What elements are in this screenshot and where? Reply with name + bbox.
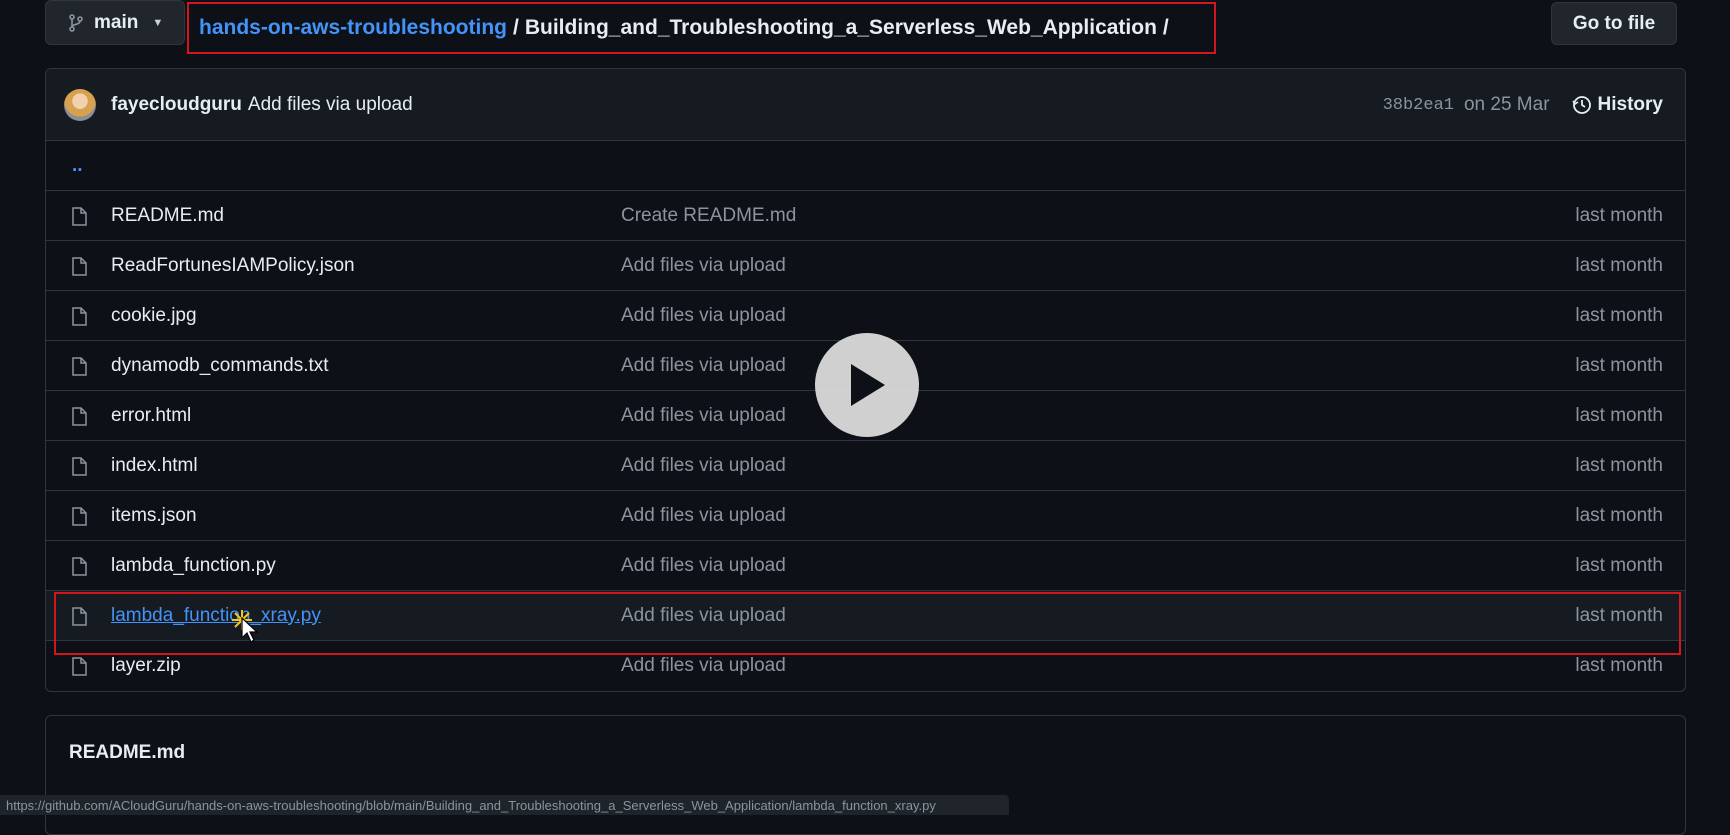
file-commit-message[interactable]: Add files via upload bbox=[621, 305, 786, 327]
file-commit-message[interactable]: Create README.md bbox=[621, 205, 796, 227]
video-play-button[interactable] bbox=[815, 333, 919, 437]
breadcrumb-separator-end: / bbox=[1162, 16, 1169, 39]
file-row[interactable]: items.json Add files via upload last mon… bbox=[46, 491, 1685, 541]
file-age: last month bbox=[1575, 604, 1663, 626]
file-name[interactable]: layer.zip bbox=[111, 655, 181, 677]
file-row[interactable]: index.html Add files via upload last mon… bbox=[46, 441, 1685, 491]
file-name-link[interactable]: lambda_function_xray.py bbox=[111, 605, 321, 627]
file-age: last month bbox=[1575, 554, 1663, 576]
file-icon bbox=[72, 307, 87, 326]
branch-selector-button[interactable]: main ▼ bbox=[45, 0, 185, 45]
file-icon bbox=[72, 207, 87, 226]
branch-name: main bbox=[94, 11, 139, 33]
file-commit-message[interactable]: Add files via upload bbox=[621, 455, 786, 477]
history-link[interactable]: History bbox=[1571, 94, 1663, 116]
file-age: last month bbox=[1575, 254, 1663, 276]
file-icon bbox=[72, 357, 87, 376]
file-row-hovered[interactable]: lambda_function_xray.py Add files via up… bbox=[46, 591, 1685, 641]
file-row[interactable]: lambda_function.py Add files via upload … bbox=[46, 541, 1685, 591]
file-name[interactable]: items.json bbox=[111, 505, 197, 527]
history-label: History bbox=[1597, 94, 1663, 115]
parent-directory-link[interactable]: .. bbox=[72, 155, 83, 177]
commit-message[interactable]: Add files via upload bbox=[248, 94, 413, 116]
file-name[interactable]: ReadFortunesIAMPolicy.json bbox=[111, 255, 355, 277]
latest-commit-row: fayecloudguru Add files via upload 38b2e… bbox=[46, 69, 1685, 141]
breadcrumb-separator: / bbox=[512, 16, 519, 39]
file-row[interactable]: layer.zip Add files via upload last mont… bbox=[46, 641, 1685, 691]
file-age: last month bbox=[1575, 655, 1663, 676]
file-commit-message[interactable]: Add files via upload bbox=[621, 255, 786, 277]
file-icon bbox=[72, 507, 87, 526]
caret-down-icon: ▼ bbox=[152, 16, 164, 29]
commit-sha[interactable]: 38b2ea1 bbox=[1383, 96, 1454, 115]
file-age: last month bbox=[1575, 354, 1663, 376]
breadcrumb-repo-link[interactable]: hands-on-aws-troubleshooting bbox=[199, 16, 507, 40]
avatar[interactable] bbox=[64, 88, 96, 121]
file-icon bbox=[72, 457, 87, 476]
file-icon bbox=[72, 607, 87, 626]
file-name[interactable]: dynamodb_commands.txt bbox=[111, 355, 329, 377]
file-name[interactable]: lambda_function.py bbox=[111, 555, 276, 577]
file-commit-message[interactable]: Add files via upload bbox=[621, 505, 786, 527]
file-icon bbox=[72, 257, 87, 276]
file-age: last month bbox=[1575, 454, 1663, 476]
commit-date: on 25 Mar bbox=[1463, 94, 1550, 115]
history-icon bbox=[1571, 96, 1591, 114]
commit-meta: 38b2ea1 on 25 Mar History bbox=[1383, 69, 1663, 141]
cursor-icon bbox=[232, 610, 259, 643]
parent-directory-row[interactable]: .. bbox=[46, 141, 1685, 191]
file-commit-message[interactable]: Add files via upload bbox=[621, 605, 786, 627]
file-commit-message[interactable]: Add files via upload bbox=[621, 355, 786, 377]
file-name[interactable]: index.html bbox=[111, 455, 198, 477]
file-commit-message[interactable]: Add files via upload bbox=[621, 555, 786, 577]
readme-panel: README.md bbox=[45, 715, 1686, 835]
go-to-file-button[interactable]: Go to file bbox=[1551, 2, 1677, 45]
commit-author[interactable]: fayecloudguru bbox=[111, 94, 242, 116]
link-status-bar: https://github.com/ACloudGuru/hands-on-a… bbox=[0, 795, 1009, 815]
readme-title: README.md bbox=[69, 742, 186, 763]
file-icon bbox=[72, 557, 87, 576]
file-row[interactable]: README.md Create README.md last month bbox=[46, 191, 1685, 241]
file-commit-message[interactable]: Add files via upload bbox=[621, 405, 786, 427]
file-name[interactable]: cookie.jpg bbox=[111, 305, 197, 327]
play-icon bbox=[851, 364, 885, 406]
file-age: last month bbox=[1575, 504, 1663, 526]
breadcrumb: hands-on-aws-troubleshooting / Building_… bbox=[187, 2, 1216, 54]
file-name[interactable]: error.html bbox=[111, 405, 191, 427]
top-bar: main ▼ hands-on-aws-troubleshooting / Bu… bbox=[45, 0, 1677, 54]
file-age: last month bbox=[1575, 404, 1663, 426]
file-row[interactable]: ReadFortunesIAMPolicy.json Add files via… bbox=[46, 241, 1685, 291]
file-name[interactable]: README.md bbox=[111, 205, 224, 227]
branch-icon bbox=[69, 13, 83, 32]
breadcrumb-current-dir: Building_and_Troubleshooting_a_Serverles… bbox=[524, 16, 1157, 39]
file-age: last month bbox=[1575, 204, 1663, 226]
file-age: last month bbox=[1575, 304, 1663, 326]
file-icon bbox=[72, 657, 87, 676]
file-commit-message[interactable]: Add files via upload bbox=[621, 655, 786, 677]
file-icon bbox=[72, 407, 87, 426]
